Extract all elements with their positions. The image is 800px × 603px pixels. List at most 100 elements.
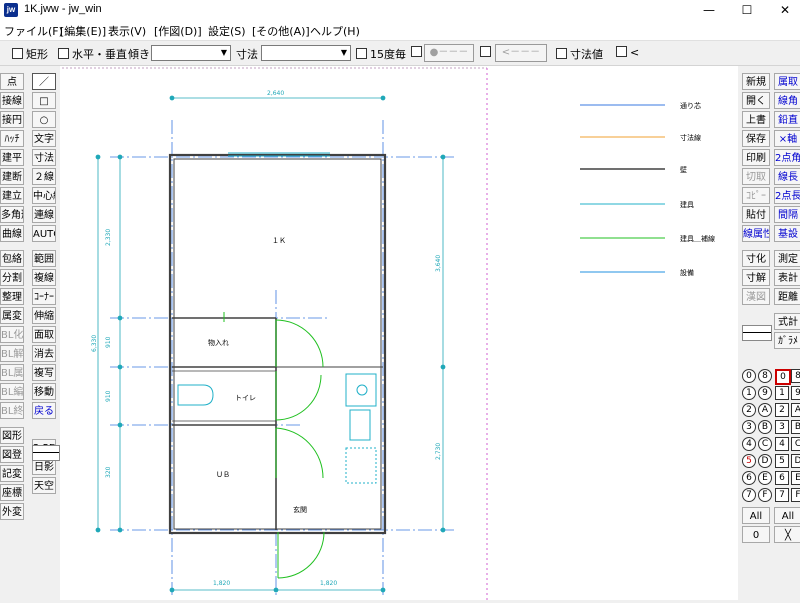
- tool-left_col2-2[interactable]: ○: [32, 111, 56, 128]
- layer-all-button[interactable]: All: [774, 507, 800, 524]
- layer-6[interactable]: 6: [775, 471, 789, 485]
- tool-right_col2-1[interactable]: 線角: [774, 92, 800, 109]
- tool-right_col2-10[interactable]: 測定: [774, 250, 800, 267]
- tool-left_col2-14[interactable]: 面取: [32, 326, 56, 343]
- tool-left_col1-18[interactable]: BL終: [0, 402, 24, 419]
- menu-view[interactable]: 表示(V): [108, 23, 146, 39]
- tool-right_col1-11[interactable]: 寸解: [742, 269, 770, 286]
- tool-left_col1-16[interactable]: BL属: [0, 364, 24, 381]
- layer-group-A[interactable]: A: [758, 403, 772, 417]
- layer-group-6[interactable]: 6: [742, 471, 756, 485]
- dimval-checkbox[interactable]: 寸法値: [556, 46, 603, 62]
- layer-group-D[interactable]: D: [758, 454, 772, 468]
- layer-group-B[interactable]: B: [758, 420, 772, 434]
- layer-D[interactable]: D: [791, 454, 800, 468]
- tool-left_col2-17[interactable]: 移動: [32, 383, 56, 400]
- tool-right_col2-12[interactable]: 距離: [774, 288, 800, 305]
- tool-right_col1-2[interactable]: 上書: [742, 111, 770, 128]
- tool-left_col1-5[interactable]: 建断: [0, 168, 24, 185]
- layer-group-4[interactable]: 4: [742, 437, 756, 451]
- pt-checkbox[interactable]: [411, 46, 425, 59]
- layer-A[interactable]: A: [791, 403, 800, 417]
- tool-right_col2-4[interactable]: 2点角: [774, 149, 800, 166]
- tool-left_col1-20[interactable]: 図形: [0, 427, 24, 444]
- tool-left_col2-3[interactable]: 文字: [32, 130, 56, 147]
- tool-left_col2-15[interactable]: 消去: [32, 345, 56, 362]
- tool-left_col2-13[interactable]: 伸縮: [32, 307, 56, 324]
- arrow-checkbox[interactable]: [480, 46, 494, 59]
- tool-right_col2-7[interactable]: 間隔: [774, 206, 800, 223]
- tool-right_col1-1[interactable]: 開く: [742, 92, 770, 109]
- layer-1[interactable]: 1: [775, 386, 789, 400]
- tool-left_col2-12[interactable]: ｺｰﾅｰ: [32, 288, 56, 305]
- tool-right_col1-5[interactable]: 切取: [742, 168, 770, 185]
- tool-left_col2-24[interactable]: 天空: [32, 477, 56, 494]
- layer-2[interactable]: 2: [775, 403, 789, 417]
- line-type-indicator[interactable]: [32, 445, 60, 461]
- tool-left_col1-15[interactable]: BL解: [0, 345, 24, 362]
- layer-E[interactable]: E: [791, 471, 800, 485]
- tool-left_col1-14[interactable]: BL化: [0, 326, 24, 343]
- tool-left_col2-0[interactable]: ／: [32, 73, 56, 90]
- layer-7[interactable]: 7: [775, 488, 789, 502]
- close-button[interactable]: ✕: [762, 0, 800, 20]
- layer-group-2[interactable]: 2: [742, 403, 756, 417]
- tool-left_col2-6[interactable]: 中心線: [32, 187, 56, 204]
- layer-3[interactable]: 3: [775, 420, 789, 434]
- tool-left_col1-23[interactable]: 座標: [0, 484, 24, 501]
- layer-4[interactable]: 4: [775, 437, 789, 451]
- tool-left_col1-0[interactable]: 点: [0, 73, 24, 90]
- layer-group-3[interactable]: 3: [742, 420, 756, 434]
- tool-right_col1-7[interactable]: 貼付: [742, 206, 770, 223]
- layer-group-8[interactable]: 8: [758, 369, 772, 383]
- tool-left_col2-16[interactable]: 複写: [32, 364, 56, 381]
- tool-left_col1-4[interactable]: 建平: [0, 149, 24, 166]
- lt-checkbox[interactable]: <: [616, 46, 639, 59]
- tool-right_col2-3[interactable]: ×軸: [774, 130, 800, 147]
- layer-group-F[interactable]: F: [758, 488, 772, 502]
- tool-left_col2-10[interactable]: 範囲: [32, 250, 56, 267]
- menu-edit[interactable]: [編集(E)]: [60, 23, 106, 39]
- menu-help[interactable]: ヘルプ(H): [310, 23, 360, 39]
- layer-F[interactable]: F: [791, 488, 800, 502]
- layer-group-9[interactable]: 9: [758, 386, 772, 400]
- layer-group-7[interactable]: 7: [742, 488, 756, 502]
- tool-right_col1-12[interactable]: 漢図: [742, 288, 770, 305]
- point-line-button[interactable]: ●－－－: [424, 44, 474, 62]
- rect-checkbox[interactable]: 矩形: [12, 46, 48, 62]
- tool-right_col2-14[interactable]: 式計: [774, 313, 800, 330]
- tool-left_col1-1[interactable]: 接線: [0, 92, 24, 109]
- tool-left_col1-3[interactable]: ﾊｯﾁ: [0, 130, 24, 147]
- tool-left_col2-5[interactable]: ２線: [32, 168, 56, 185]
- tool-right_col2-5[interactable]: 線長: [774, 168, 800, 185]
- tool-left_col2-11[interactable]: 複線: [32, 269, 56, 286]
- tool-right_col1-8[interactable]: 線属性: [742, 225, 770, 242]
- tool-right_col1-10[interactable]: 寸化: [742, 250, 770, 267]
- tool-right_col2-2[interactable]: 鉛直: [774, 111, 800, 128]
- tool-left_col2-7[interactable]: 連線: [32, 206, 56, 223]
- layer-0[interactable]: 0: [775, 369, 791, 385]
- tool-left_col1-7[interactable]: 多角形: [0, 206, 24, 223]
- layer-group-E[interactable]: E: [758, 471, 772, 485]
- layer-8[interactable]: 8: [791, 369, 800, 383]
- layer-group-1[interactable]: 1: [742, 386, 756, 400]
- layer-5[interactable]: 5: [775, 454, 789, 468]
- dim-combo[interactable]: ▼: [261, 45, 351, 61]
- deg15-checkbox[interactable]: 15度毎: [356, 46, 406, 62]
- tool-left_col2-1[interactable]: □: [32, 92, 56, 109]
- menu-settings[interactable]: 設定(S): [208, 23, 246, 39]
- layer-C[interactable]: C: [791, 437, 800, 451]
- layer-zero-button[interactable]: 0: [742, 526, 770, 543]
- layer-9[interactable]: 9: [791, 386, 800, 400]
- layer-group-0[interactable]: 0: [742, 369, 756, 383]
- menu-file[interactable]: ファイル(F): [4, 23, 63, 39]
- layer-B[interactable]: B: [791, 420, 800, 434]
- tool-left_col1-13[interactable]: 属変: [0, 307, 24, 324]
- tool-right_col2-8[interactable]: 基設: [774, 225, 800, 242]
- hv-checkbox[interactable]: 水平・垂直: [58, 46, 127, 62]
- layer-group-C[interactable]: C: [758, 437, 772, 451]
- menu-draw[interactable]: [作図(D)]: [154, 23, 202, 39]
- tool-left_col1-17[interactable]: BL編: [0, 383, 24, 400]
- tool-right_col2-11[interactable]: 表計: [774, 269, 800, 286]
- tool-left_col2-8[interactable]: AUTO: [32, 225, 56, 242]
